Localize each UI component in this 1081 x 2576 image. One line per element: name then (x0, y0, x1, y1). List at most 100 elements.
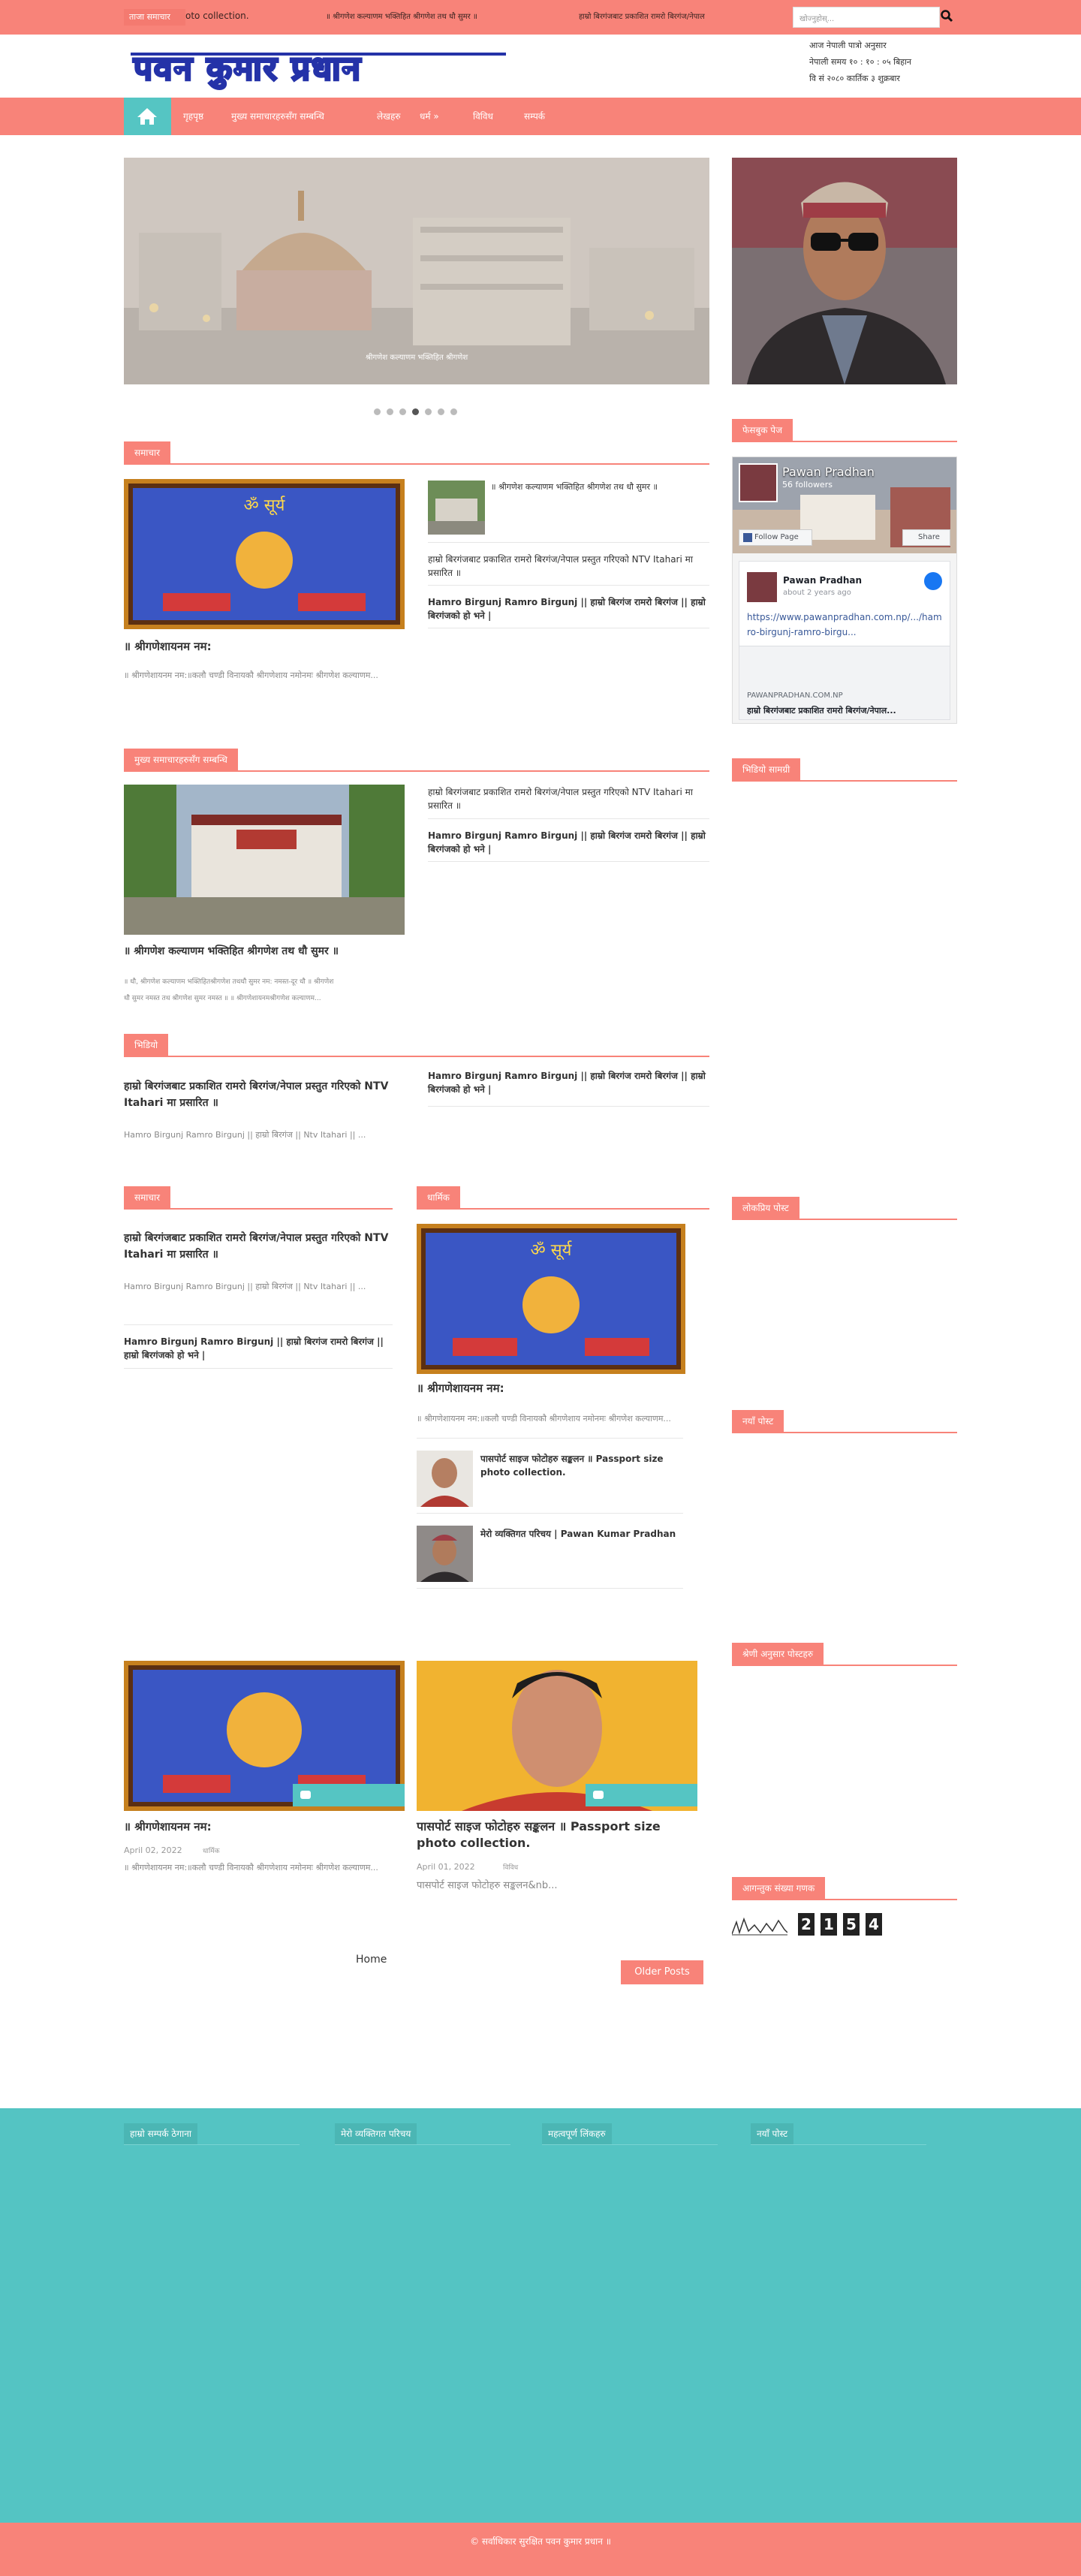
facebook-widget[interactable]: Pawan Pradhan 56 followers Follow Page S… (732, 456, 957, 724)
footer-heading-label: मेरो व्यक्तिगत परिचय (335, 2123, 417, 2144)
post-link[interactable]: हाम्रो बिरगंजबाट प्रकाशित रामरो बिरगंज/न… (428, 553, 709, 580)
post-link[interactable]: Hamro Birgunj Ramro Birgunj || हाम्रो बि… (428, 829, 709, 856)
footer (0, 2108, 1081, 2523)
ticker-item[interactable]: oto collection. (185, 11, 249, 21)
post-title[interactable]: ॥ श्रीगणेशायनम नम: (124, 1818, 405, 1835)
sidebar-heading-label: श्रेणी अनुसार पोस्टहरु (732, 1643, 824, 1665)
date-line: आज नेपाली पात्रो अनुसार (809, 41, 887, 50)
sidebar-heading-label: नयाँ पोस्ट (732, 1410, 784, 1433)
section-heading-label[interactable]: भिडियो (124, 1034, 169, 1056)
post-link[interactable]: Hamro Birgunj Ramro Birgunj || हाम्रो बि… (428, 595, 709, 622)
fb-page-name[interactable]: Pawan Pradhan (782, 465, 875, 479)
post-excerpt: धौ सुमर नमस्त तथ श्रीगणेश सुमर नमस्त ॥ ॥… (124, 995, 321, 1002)
post-title[interactable]: ॥ श्रीगणेशायनम नम: (124, 638, 405, 655)
nav-item-news[interactable]: मुख्य समाचारहरुसँग सम्बन्धि (231, 110, 324, 122)
facebook-icon[interactable] (924, 572, 942, 590)
slider-dot[interactable] (425, 408, 432, 415)
nav-item-articles[interactable]: लेखहरु (377, 110, 401, 122)
home-button[interactable] (124, 98, 171, 135)
post-thumbnail[interactable] (417, 1526, 473, 1582)
search-input[interactable]: खोज्नुहोस्... (793, 7, 940, 28)
counter-digit: 5 (843, 1913, 860, 1936)
post-title[interactable]: पासपोर्ट साइज फोटोहरु सङ्कलन ॥ Passport … (417, 1818, 697, 1851)
copyright-text: © सर्वाधिकार सुरक्षित पवन कुमार प्रधान ॥ (470, 2536, 611, 2547)
post-link[interactable]: Hamro Birgunj Ramro Birgunj || हाम्रो बि… (124, 1335, 393, 1362)
slider-dot[interactable] (438, 408, 444, 415)
post-category[interactable]: धार्मिक (203, 1845, 220, 1855)
section-heading: मुख्य समाचारहरुसँग सम्बन्धि (124, 749, 709, 772)
ticker-item[interactable]: हाम्रो बिरगंजबाट प्रकाशित रामरो बिरगंज/न… (579, 11, 705, 21)
svg-text:ॐ सूर्य: ॐ सूर्य (244, 496, 286, 516)
sidebar-heading: फेसबुक पेज (732, 419, 957, 442)
slider-dot[interactable] (399, 408, 406, 415)
fb-post-time[interactable]: about 2 years ago (783, 589, 851, 597)
counter-digit: 4 (866, 1913, 882, 1936)
post-excerpt: Hamro Birgunj Ramro Birgunj || हाम्रो बि… (124, 1130, 366, 1140)
section-heading: समाचार (124, 441, 709, 465)
fb-post-avatar[interactable] (747, 572, 777, 602)
slider-dot[interactable] (374, 408, 381, 415)
fb-follow-label: Follow Page (754, 533, 799, 541)
home-icon (137, 108, 157, 125)
post-link[interactable]: हाम्रो बिरगंजबाट प्रकाशित रामरो बिरगंज/न… (428, 785, 709, 812)
slider-caption[interactable]: श्रीगणेश कल्याणम भक्तिहित श्रीगणेश (124, 351, 709, 362)
nav-item-home[interactable]: गृहपृष्ठ (183, 110, 203, 122)
slider-dot[interactable] (450, 408, 457, 415)
post-thumbnail[interactable]: ॐ सूर्य (417, 1224, 685, 1374)
sidebar-heading-label: फेसबुक पेज (732, 419, 793, 441)
fb-link-preview[interactable]: PAWANPRADHAN.COM.NP हाम्रो बिरगंजबाट प्र… (739, 646, 950, 719)
post-title[interactable]: ॥ श्रीगणेश कल्याणम भक्तिहित श्रीगणेश तथ … (124, 943, 405, 960)
post-title[interactable]: हाम्रो बिरगंजबाट प्रकाशित रामरो बिरगंज/न… (124, 1078, 405, 1111)
comment-count-bar[interactable] (293, 1784, 405, 1806)
post-link[interactable]: मेरो व्यक्तिगत परिचय | Pawan Kumar Pradh… (480, 1527, 683, 1541)
section-heading-label[interactable]: समाचार (124, 1186, 171, 1209)
sidebar-heading-label: भिडियो सामग्री (732, 758, 801, 781)
svg-text:पवन कुमार प्रधान: पवन कुमार प्रधान (133, 50, 362, 89)
slider-dot-active[interactable] (412, 408, 419, 415)
post-thumbnail[interactable]: ॐ सूर्य (124, 479, 405, 629)
site-logo[interactable]: पवन कुमार प्रधान (129, 44, 512, 93)
footer-heading-label: महत्वपूर्ण लिंकहरु (542, 2123, 612, 2144)
slider-dot[interactable] (387, 408, 393, 415)
comment-count-bar[interactable] (586, 1784, 697, 1806)
fb-post: Pawan Pradhan about 2 years ago https://… (739, 561, 950, 720)
post-link[interactable]: पासपोर्ट साइज फोटोहरु सङ्कलन ॥ Passport … (480, 1452, 683, 1479)
post-thumbnail[interactable] (124, 785, 405, 935)
post-link[interactable]: ॥ श्रीगणेश कल्याणम भक्तिहित श्रीगणेश तथ … (491, 481, 709, 494)
fb-post-link[interactable]: https://www.pawanpradhan.com.np/.../hamr… (747, 610, 944, 640)
post-excerpt: ॥ श्रीगणेशायनम नम:॥कलौ चण्डी विनायकौ श्र… (124, 670, 378, 680)
section-heading: धार्मिक (417, 1186, 709, 1210)
ticker-item[interactable]: ॥ श्रीगणेश कल्याणम भक्तिहित श्रीगणेश तथ … (326, 11, 477, 21)
fb-follow-button[interactable]: Follow Page (739, 529, 812, 546)
section-heading-label[interactable]: धार्मिक (417, 1186, 460, 1209)
post-title[interactable]: ॥ श्रीगणेशायनम नम: (417, 1380, 709, 1396)
counter-digit: 2 (798, 1913, 815, 1936)
post-thumbnail[interactable] (417, 1451, 473, 1507)
post-title[interactable]: हाम्रो बिरगंजबाट प्रकाशित रामरो बिरगंज/न… (124, 1230, 393, 1263)
nav-item-misc[interactable]: विविध (473, 110, 493, 122)
nav-item-religion[interactable]: धर्म » (420, 110, 439, 122)
fb-link-domain: PAWANPRADHAN.COM.NP (747, 691, 843, 700)
home-link[interactable]: Home (356, 1954, 387, 1966)
post-thumbnail[interactable] (428, 481, 485, 535)
comment-icon (300, 1791, 311, 1799)
section-heading-label[interactable]: समाचार (124, 441, 171, 464)
fb-share-button[interactable]: Share (902, 529, 950, 546)
fb-post-author[interactable]: Pawan Pradhan (783, 575, 862, 586)
section-heading: भिडियो (124, 1034, 709, 1057)
footer-heading-label: हाम्रो सम्पर्क ठेगाना (124, 2123, 197, 2144)
post-link[interactable]: Hamro Birgunj Ramro Birgunj || हाम्रो बि… (428, 1069, 709, 1096)
fb-followers: 56 followers (782, 480, 833, 490)
nav-item-contact[interactable]: सम्पर्क (524, 110, 545, 122)
post-excerpt: Hamro Birgunj Ramro Birgunj || हाम्रो बि… (124, 1282, 366, 1291)
older-posts-button[interactable]: Older Posts (621, 1960, 703, 1984)
fb-avatar[interactable] (739, 463, 778, 502)
post-category[interactable]: विविध (503, 1862, 518, 1872)
footer-heading-label: नयाँ पोस्ट (751, 2123, 794, 2144)
search-icon[interactable] (940, 9, 955, 26)
section-heading-label[interactable]: मुख्य समाचारहरुसँग सम्बन्धि (124, 749, 238, 771)
post-excerpt: ॥ श्रीगणेशायनम नम:॥कलौ चण्डी विनायकौ श्र… (417, 1414, 671, 1424)
post-excerpt: ॥ श्रीगणेशायनम नम:॥कलौ चण्डी विनायकौ श्र… (124, 1863, 378, 1872)
featured-slider[interactable] (124, 158, 709, 384)
facebook-icon (743, 533, 752, 542)
